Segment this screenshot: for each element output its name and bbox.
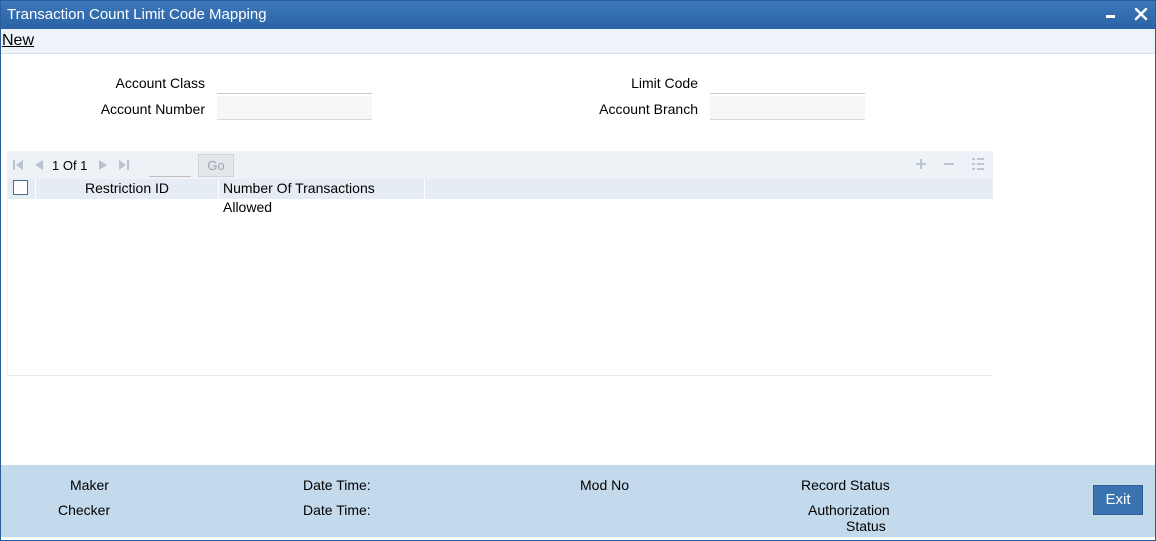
close-icon[interactable] (1132, 5, 1150, 23)
account-branch-label: Account Branch (599, 101, 698, 117)
account-class-label: Account Class (115, 75, 205, 91)
account-branch-input[interactable] (710, 96, 865, 120)
delete-row-icon[interactable] (941, 156, 957, 172)
previous-page-icon[interactable] (33, 159, 45, 171)
authorization-status-label: Status (846, 518, 886, 534)
account-number-label: Account Number (100, 101, 205, 117)
first-page-icon[interactable] (12, 159, 24, 171)
audit-footer: Maker Checker Date Time: Date Time: Mod … (1, 465, 1155, 537)
grid-header: Restriction ID Number Of Transactions Al… (8, 179, 993, 215)
select-all-cell (8, 179, 36, 199)
single-view-icon[interactable] (970, 156, 986, 172)
account-class-input[interactable] (217, 70, 372, 94)
mod-no-label: Mod No (580, 477, 630, 493)
checker-date-time-label: Date Time: (303, 502, 371, 518)
add-row-icon[interactable] (913, 156, 929, 172)
page-number-input[interactable] (149, 157, 191, 177)
column-header-transactions-allowed[interactable]: Number Of Transactions Allowed (219, 179, 425, 215)
exit-button[interactable]: Exit (1093, 485, 1143, 515)
account-number-input[interactable] (217, 96, 372, 120)
column-header-restriction-id[interactable]: Restriction ID (36, 179, 219, 199)
go-button[interactable]: Go (198, 154, 234, 177)
menu-bar: New (1, 29, 1155, 54)
title-bar: Transaction Count Limit Code Mapping (1, 1, 1155, 29)
next-page-icon[interactable] (97, 159, 109, 171)
checker-label: Checker (58, 502, 111, 518)
minimize-icon[interactable] (1102, 5, 1120, 23)
maker-label: Maker (70, 477, 109, 493)
maker-date-time-label: Date Time: (303, 477, 371, 493)
record-status-label: Record Status (801, 477, 890, 493)
new-link[interactable]: New (2, 32, 34, 50)
limit-code-input[interactable] (710, 70, 865, 94)
page-info: 1 Of 1 (52, 158, 88, 173)
select-all-checkbox[interactable] (13, 180, 28, 195)
window: Transaction Count Limit Code Mapping New… (0, 0, 1156, 541)
restriction-grid: 1 Of 1 Go Restriction ID Number Of Trans… (7, 151, 993, 376)
window-title: Transaction Count Limit Code Mapping (7, 6, 267, 23)
authorization-label: Authorization (808, 502, 890, 518)
limit-code-label: Limit Code (631, 75, 698, 91)
last-page-icon[interactable] (118, 159, 130, 171)
grid-toolbar: 1 Of 1 Go (8, 151, 993, 179)
